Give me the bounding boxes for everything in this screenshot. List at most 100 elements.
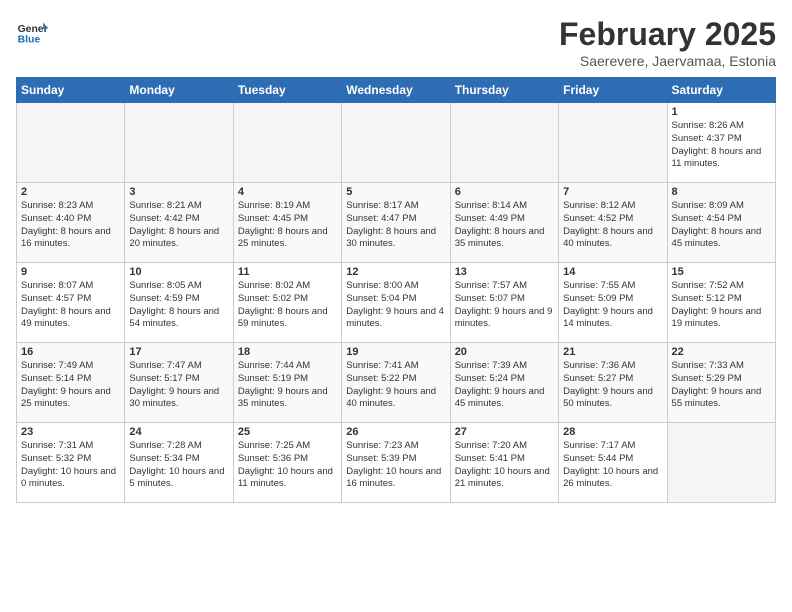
week-row-3: 9 Sunrise: 8:07 AM Sunset: 4:57 PM Daylig… (17, 263, 776, 343)
day-number: 9 (21, 266, 120, 278)
calendar-cell: 22 Sunrise: 7:33 AM Sunset: 5:29 PM Dayli… (667, 343, 775, 423)
calendar-cell: 16Sunrise: 7:49 AM Sunset: 5:14 PM Dayli… (17, 343, 125, 423)
day-number: 10 (129, 266, 228, 278)
calendar-cell (17, 103, 125, 183)
header-cell-tuesday: Tuesday (233, 78, 341, 103)
calendar-cell: 21 Sunrise: 7:36 AM Sunset: 5:27 PM Dayli… (559, 343, 667, 423)
day-number: 17 (129, 346, 228, 358)
day-info: Sunrise: 7:33 AM Sunset: 5:29 PM Dayligh… (672, 360, 771, 411)
calendar-cell: 4 Sunrise: 8:19 AM Sunset: 4:45 PM Daylig… (233, 183, 341, 263)
day-number: 23 (21, 426, 120, 438)
calendar-cell: 12 Sunrise: 8:00 AM Sunset: 5:04 PM Dayli… (342, 263, 450, 343)
title-block: February 2025 Saerevere, Jaervamaa, Esto… (559, 16, 776, 69)
calendar-cell: 9 Sunrise: 8:07 AM Sunset: 4:57 PM Daylig… (17, 263, 125, 343)
calendar-cell: 14Sunrise: 7:55 AM Sunset: 5:09 PM Dayli… (559, 263, 667, 343)
calendar-cell: 6 Sunrise: 8:14 AM Sunset: 4:49 PM Daylig… (450, 183, 558, 263)
day-info: Sunrise: 8:26 AM Sunset: 4:37 PM Dayligh… (672, 120, 771, 171)
week-row-5: 23 Sunrise: 7:31 AM Sunset: 5:32 PM Dayli… (17, 423, 776, 503)
calendar-cell (342, 103, 450, 183)
calendar-cell: 1 Sunrise: 8:26 AM Sunset: 4:37 PM Daylig… (667, 103, 775, 183)
day-info: Sunrise: 7:23 AM Sunset: 5:39 PM Dayligh… (346, 440, 445, 491)
header-cell-saturday: Saturday (667, 78, 775, 103)
header-cell-thursday: Thursday (450, 78, 558, 103)
header-cell-wednesday: Wednesday (342, 78, 450, 103)
day-number: 27 (455, 426, 554, 438)
calendar-cell: 13 Sunrise: 7:57 AM Sunset: 5:07 PM Dayli… (450, 263, 558, 343)
day-info: Sunrise: 7:49 AM Sunset: 5:14 PM Dayligh… (21, 360, 120, 411)
calendar-cell (125, 103, 233, 183)
day-info: Sunrise: 8:23 AM Sunset: 4:40 PM Dayligh… (21, 200, 120, 251)
day-number: 15 (672, 266, 771, 278)
calendar-cell: 2 Sunrise: 8:23 AM Sunset: 4:40 PM Daylig… (17, 183, 125, 263)
day-info: Sunrise: 8:07 AM Sunset: 4:57 PM Dayligh… (21, 280, 120, 331)
calendar-cell: 8Sunrise: 8:09 AM Sunset: 4:54 PM Daylig… (667, 183, 775, 263)
day-number: 7 (563, 186, 662, 198)
header-cell-friday: Friday (559, 78, 667, 103)
calendar-cell: 28 Sunrise: 7:17 AM Sunset: 5:44 PM Dayli… (559, 423, 667, 503)
header-cell-monday: Monday (125, 78, 233, 103)
day-number: 20 (455, 346, 554, 358)
calendar-cell: 25Sunrise: 7:25 AM Sunset: 5:36 PM Dayli… (233, 423, 341, 503)
calendar-cell: 3Sunrise: 8:21 AM Sunset: 4:42 PM Daylig… (125, 183, 233, 263)
calendar-body: 1 Sunrise: 8:26 AM Sunset: 4:37 PM Daylig… (17, 103, 776, 503)
calendar-cell: 19 Sunrise: 7:41 AM Sunset: 5:22 PM Dayli… (342, 343, 450, 423)
week-row-2: 2 Sunrise: 8:23 AM Sunset: 4:40 PM Daylig… (17, 183, 776, 263)
day-number: 26 (346, 426, 445, 438)
day-info: Sunrise: 7:31 AM Sunset: 5:32 PM Dayligh… (21, 440, 120, 491)
day-info: Sunrise: 7:39 AM Sunset: 5:24 PM Dayligh… (455, 360, 554, 411)
logo-icon: General Blue (16, 16, 48, 48)
calendar-cell: 24Sunrise: 7:28 AM Sunset: 5:34 PM Dayli… (125, 423, 233, 503)
day-info: Sunrise: 8:14 AM Sunset: 4:49 PM Dayligh… (455, 200, 554, 251)
day-number: 6 (455, 186, 554, 198)
day-number: 28 (563, 426, 662, 438)
day-info: Sunrise: 7:36 AM Sunset: 5:27 PM Dayligh… (563, 360, 662, 411)
day-number: 2 (21, 186, 120, 198)
day-number: 5 (346, 186, 445, 198)
calendar-cell: 10Sunrise: 8:05 AM Sunset: 4:59 PM Dayli… (125, 263, 233, 343)
calendar-cell (667, 423, 775, 503)
calendar-cell: 7Sunrise: 8:12 AM Sunset: 4:52 PM Daylig… (559, 183, 667, 263)
calendar-cell (559, 103, 667, 183)
header-cell-sunday: Sunday (17, 78, 125, 103)
main-title: February 2025 (559, 16, 776, 53)
day-info: Sunrise: 7:20 AM Sunset: 5:41 PM Dayligh… (455, 440, 554, 491)
calendar-cell: 5 Sunrise: 8:17 AM Sunset: 4:47 PM Daylig… (342, 183, 450, 263)
calendar-cell: 26 Sunrise: 7:23 AM Sunset: 5:39 PM Dayli… (342, 423, 450, 503)
day-info: Sunrise: 8:00 AM Sunset: 5:04 PM Dayligh… (346, 280, 445, 331)
week-row-1: 1 Sunrise: 8:26 AM Sunset: 4:37 PM Daylig… (17, 103, 776, 183)
calendar-cell: 23 Sunrise: 7:31 AM Sunset: 5:32 PM Dayli… (17, 423, 125, 503)
day-info: Sunrise: 8:02 AM Sunset: 5:02 PM Dayligh… (238, 280, 337, 331)
day-info: Sunrise: 7:47 AM Sunset: 5:17 PM Dayligh… (129, 360, 228, 411)
day-number: 4 (238, 186, 337, 198)
day-number: 25 (238, 426, 337, 438)
day-number: 19 (346, 346, 445, 358)
day-info: Sunrise: 7:28 AM Sunset: 5:34 PM Dayligh… (129, 440, 228, 491)
page-header: General Blue February 2025 Saerevere, Ja… (16, 16, 776, 69)
day-info: Sunrise: 7:55 AM Sunset: 5:09 PM Dayligh… (563, 280, 662, 331)
day-number: 18 (238, 346, 337, 358)
day-info: Sunrise: 7:17 AM Sunset: 5:44 PM Dayligh… (563, 440, 662, 491)
calendar-cell: 11 Sunrise: 8:02 AM Sunset: 5:02 PM Dayli… (233, 263, 341, 343)
day-info: Sunrise: 8:17 AM Sunset: 4:47 PM Dayligh… (346, 200, 445, 251)
day-info: Sunrise: 7:57 AM Sunset: 5:07 PM Dayligh… (455, 280, 554, 331)
day-number: 1 (672, 106, 771, 118)
day-info: Sunrise: 7:41 AM Sunset: 5:22 PM Dayligh… (346, 360, 445, 411)
calendar-cell: 17 Sunrise: 7:47 AM Sunset: 5:17 PM Dayli… (125, 343, 233, 423)
calendar-header-row: SundayMondayTuesdayWednesdayThursdayFrid… (17, 78, 776, 103)
day-info: Sunrise: 7:44 AM Sunset: 5:19 PM Dayligh… (238, 360, 337, 411)
day-number: 13 (455, 266, 554, 278)
day-info: Sunrise: 7:52 AM Sunset: 5:12 PM Dayligh… (672, 280, 771, 331)
day-number: 22 (672, 346, 771, 358)
day-number: 12 (346, 266, 445, 278)
calendar-cell (233, 103, 341, 183)
calendar-cell: 18 Sunrise: 7:44 AM Sunset: 5:19 PM Dayli… (233, 343, 341, 423)
calendar-cell (450, 103, 558, 183)
calendar-cell: 20 Sunrise: 7:39 AM Sunset: 5:24 PM Dayli… (450, 343, 558, 423)
calendar-cell: 27 Sunrise: 7:20 AM Sunset: 5:41 PM Dayli… (450, 423, 558, 503)
day-number: 11 (238, 266, 337, 278)
day-info: Sunrise: 8:19 AM Sunset: 4:45 PM Dayligh… (238, 200, 337, 251)
day-number: 21 (563, 346, 662, 358)
logo: General Blue (16, 16, 48, 48)
day-number: 3 (129, 186, 228, 198)
subtitle: Saerevere, Jaervamaa, Estonia (559, 53, 776, 69)
